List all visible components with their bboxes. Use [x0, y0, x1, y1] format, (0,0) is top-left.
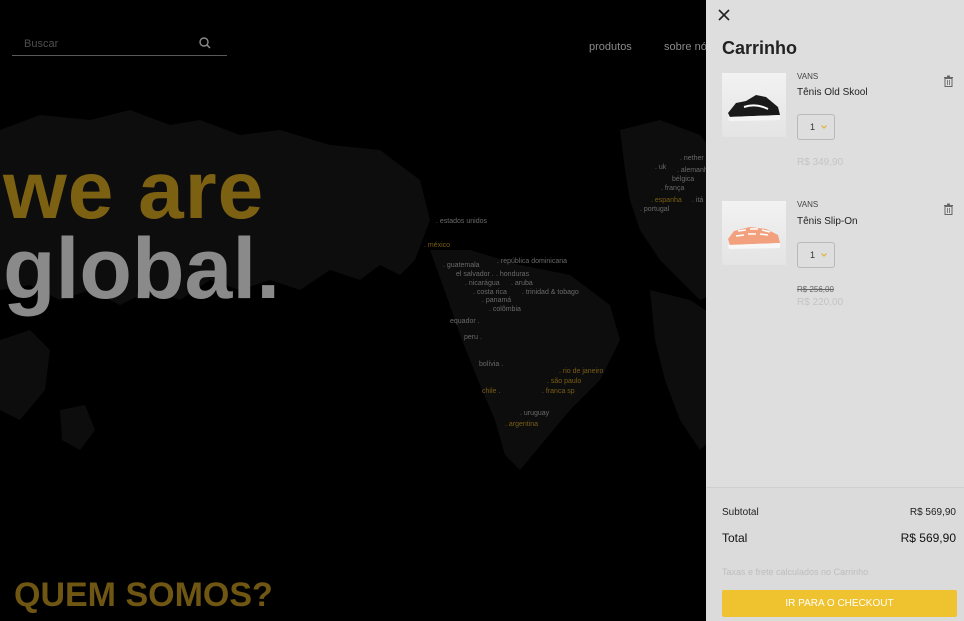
product-name[interactable]: Tênis Slip-On [797, 216, 858, 227]
taxes-note: Taxas e frete calculados no Carrinho [722, 567, 869, 577]
chevron-down-icon [821, 125, 827, 129]
product-price: R$ 349,90 [797, 157, 844, 168]
about-heading: QUEM SOMOS? [14, 576, 273, 614]
cart-title: Carrinho [722, 38, 798, 58]
map-label: . nicarágua [465, 280, 500, 287]
map-label: . franca sp [542, 388, 575, 395]
map-label: . república dominicana [497, 258, 568, 265]
sneaker-image [728, 227, 780, 249]
map-label: . são paulo [547, 378, 582, 385]
map-label: . costa rica [473, 289, 507, 296]
map-label: . portugal [640, 206, 670, 213]
checkout-button[interactable]: IR PARA O CHECKOUT [722, 590, 957, 617]
quantity-value: 1 [810, 122, 816, 132]
map-label: el salvador . [456, 271, 494, 278]
map-label: . trinidad & tobago [522, 289, 579, 296]
sneaker-image [728, 95, 780, 121]
map-label: bolívia . [479, 361, 504, 368]
nav-link-produtos[interactable]: produtos [589, 41, 632, 53]
total-value: R$ 569,90 [900, 531, 956, 545]
map-label: . méxico [424, 242, 451, 249]
chevron-down-icon [821, 253, 827, 257]
subtotal-label: Subtotal [722, 507, 759, 518]
trash-icon[interactable] [943, 75, 954, 87]
map-label: . frança [661, 185, 685, 192]
quantity-select[interactable]: 1 [797, 114, 835, 140]
product-old-price: R$ 256,00 [797, 285, 834, 294]
trash-icon[interactable] [943, 203, 954, 215]
map-label: equador . [450, 318, 480, 325]
subtotal-value: R$ 569,90 [909, 507, 956, 518]
quantity-select[interactable]: 1 [797, 242, 835, 268]
map-label: . colômbia [489, 306, 521, 313]
map-label: . honduras [496, 271, 530, 278]
map-label: . nether [680, 155, 704, 162]
map-label: . espanha [651, 197, 682, 204]
product-image-old-skool[interactable] [722, 73, 786, 137]
hero-title-line1: we are [3, 145, 265, 236]
map-label: . panamá [482, 297, 512, 304]
product-image-slip-on[interactable] [722, 201, 786, 265]
map-label: . estados unidos [436, 218, 487, 225]
map-label: peru . [464, 334, 482, 341]
search-icon[interactable] [198, 36, 212, 50]
quantity-value: 1 [810, 250, 816, 260]
map-label: . itá [692, 197, 704, 204]
map-label: bélgica [672, 176, 695, 183]
map-label: chile . [482, 388, 501, 395]
product-brand: VANS [797, 72, 819, 81]
map-label: . aruba [511, 280, 533, 287]
product-price: R$ 220,00 [797, 297, 844, 308]
map-label: . rio de janeiro [559, 368, 604, 375]
search-bar [12, 33, 227, 56]
search-input[interactable] [24, 36, 194, 52]
product-name[interactable]: Tênis Old Skool [797, 87, 868, 98]
product-brand: VANS [797, 200, 819, 209]
map-label: . alemanh [677, 167, 708, 174]
hero-title-line2: global. [3, 221, 281, 317]
map-label: . argentina [505, 421, 539, 428]
total-label: Total [722, 531, 748, 545]
map-label: . uruguay [520, 410, 550, 417]
map-label: . guatemala [443, 262, 480, 269]
close-icon[interactable] [716, 7, 732, 23]
map-label: . uk [655, 164, 667, 171]
